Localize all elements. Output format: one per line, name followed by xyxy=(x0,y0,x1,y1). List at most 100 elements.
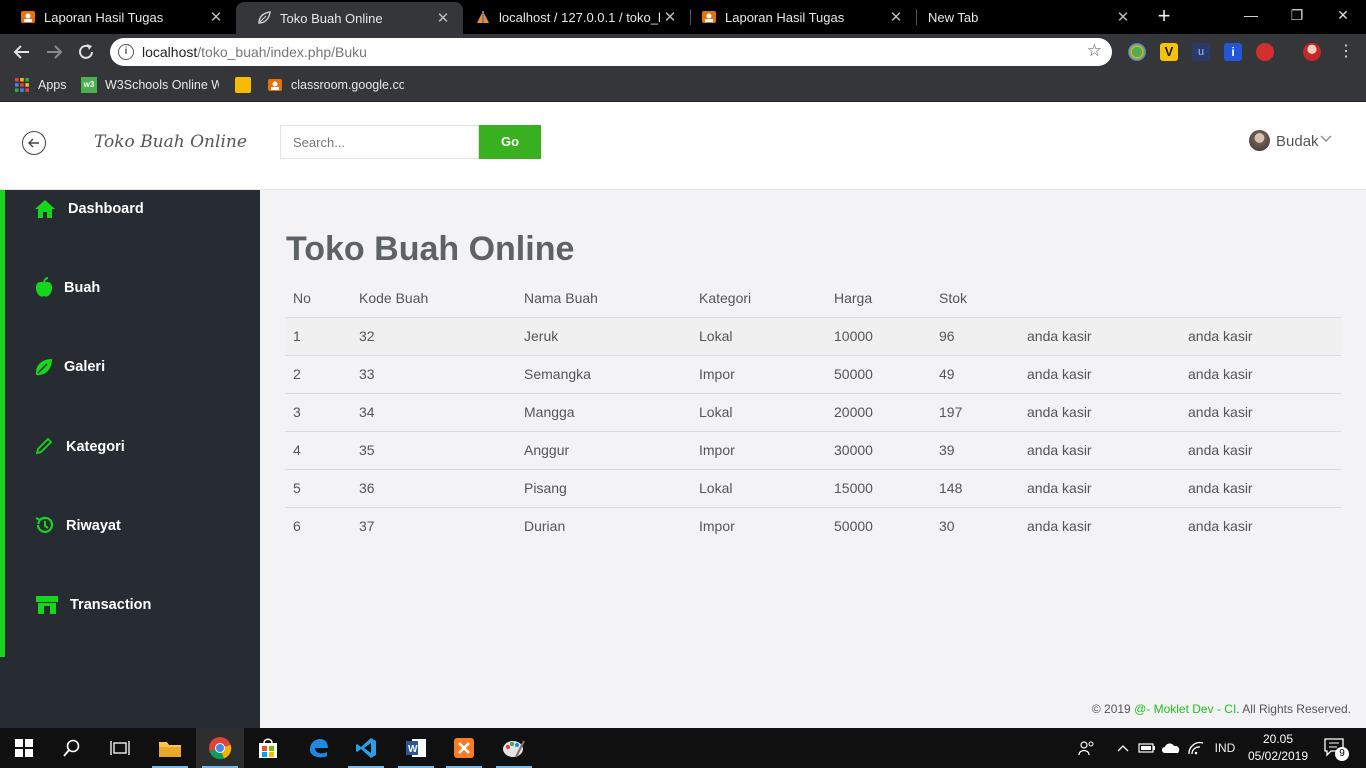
table-cell: 20000 xyxy=(826,393,931,432)
extension-globe-icon[interactable] xyxy=(1128,43,1146,61)
browser-tab[interactable]: New Tab ✕ xyxy=(917,0,1143,34)
info-icon[interactable]: i xyxy=(118,44,134,60)
sidebar-item-galeri[interactable]: Galeri xyxy=(5,348,260,388)
browser-tab[interactable]: Laporan Hasil Tugas ✕ xyxy=(0,0,236,34)
table-cell: 15000 xyxy=(826,469,931,508)
page-header: Toko Buah Online Go Budak xyxy=(0,102,1366,190)
minimize-button[interactable]: — xyxy=(1228,0,1274,30)
tab-title: localhost / 127.0.0.1 / toko_buah xyxy=(499,9,660,25)
footer-suffix: . All Rights Reserved. xyxy=(1236,702,1351,716)
fruit-table: No Kode Buah Nama Buah Kategori Harga St… xyxy=(285,279,1341,545)
table-cell: anda kasir xyxy=(1019,355,1180,394)
extension-i-icon[interactable]: i xyxy=(1224,43,1242,61)
table-cell: anda kasir xyxy=(1180,393,1341,432)
apple-icon xyxy=(34,277,56,299)
sidebar-item-buah[interactable]: Buah xyxy=(5,269,260,309)
orange-image-icon xyxy=(267,77,283,93)
paint-icon[interactable] xyxy=(490,728,538,768)
extension-v-icon[interactable]: V xyxy=(1160,43,1178,61)
address-bar[interactable]: i localhost/toko_buah/index.php/Buku ☆ xyxy=(110,38,1112,66)
vscode-icon[interactable] xyxy=(342,728,390,768)
back-arrow-icon[interactable] xyxy=(22,131,46,155)
url-host: localhost xyxy=(142,44,198,60)
windows-start-icon[interactable] xyxy=(0,728,48,768)
task-view-icon[interactable] xyxy=(96,728,144,768)
bookmark-classroom[interactable] xyxy=(235,77,259,93)
bookmark-w3schools[interactable]: w3 W3Schools Online Web Tutorials xyxy=(81,77,219,93)
table-cell: 35 xyxy=(351,431,516,470)
sidebar: Dashboard Buah Galeri Kategori Riwayat T… xyxy=(0,190,260,728)
onedrive-cloud-icon[interactable] xyxy=(1160,728,1182,768)
column-header: Harga xyxy=(826,279,931,318)
tab-close-icon[interactable]: ✕ xyxy=(433,9,453,27)
tab-close-icon[interactable]: ✕ xyxy=(1113,8,1133,26)
extension-stop-icon[interactable] xyxy=(1256,43,1274,61)
tab-title: New Tab xyxy=(928,9,979,25)
main-content: Toko Buah Online No Kode Buah Nama Buah … xyxy=(260,190,1366,728)
address-url: localhost/toko_buah/index.php/Buku xyxy=(142,44,367,60)
table-cell: 30 xyxy=(939,518,955,535)
table-cell: 10000 xyxy=(826,317,931,356)
search-icon[interactable] xyxy=(48,728,96,768)
table-cell: Lokal xyxy=(691,393,826,432)
restore-button[interactable]: ❐ xyxy=(1274,0,1320,30)
table-cell: 50000 xyxy=(826,355,931,394)
go-button[interactable]: Go xyxy=(479,125,541,159)
apps-grid-icon xyxy=(14,77,30,93)
people-icon[interactable] xyxy=(1075,728,1099,768)
avatar[interactable] xyxy=(1249,130,1270,151)
menu-kebab-icon[interactable]: ⋮ xyxy=(1334,40,1358,64)
battery-icon[interactable] xyxy=(1137,728,1157,768)
wifi-icon[interactable] xyxy=(1186,728,1206,768)
xampp-icon[interactable] xyxy=(440,728,488,768)
table-cell: 4 xyxy=(285,431,351,470)
chrome-icon[interactable] xyxy=(196,728,244,768)
back-arrow-icon[interactable] xyxy=(10,40,34,64)
table-cell: anda kasir xyxy=(1180,355,1341,394)
user-name[interactable]: Budak xyxy=(1276,133,1319,150)
sidebar-item-transaction[interactable]: Transaction xyxy=(5,585,260,625)
word-icon[interactable]: W xyxy=(392,728,440,768)
tab-close-icon[interactable]: ✕ xyxy=(660,8,680,26)
column-header: Nama Buah xyxy=(516,279,691,318)
tab-close-icon[interactable]: ✕ xyxy=(886,8,906,26)
chevron-down-icon[interactable] xyxy=(1320,134,1332,147)
classroom-icon xyxy=(235,77,251,93)
browser-toolbar: i localhost/toko_buah/index.php/Buku ☆ V… xyxy=(0,34,1366,70)
table-cell: 3 xyxy=(285,393,351,432)
search-input[interactable] xyxy=(280,125,479,159)
table-cell: Durian xyxy=(524,518,566,535)
file-explorer-icon[interactable] xyxy=(146,728,194,768)
footer-link[interactable]: @- Moklet Dev - CI xyxy=(1134,702,1236,716)
tab-close-icon[interactable]: ✕ xyxy=(206,8,226,26)
browser-tab[interactable]: Laporan Hasil Tugas ✕ xyxy=(691,0,916,34)
edge-icon[interactable] xyxy=(294,728,342,768)
brand-logo[interactable]: Toko Buah Online xyxy=(94,132,247,152)
table-cell: anda kasir xyxy=(1019,431,1180,470)
reload-icon[interactable] xyxy=(74,40,98,64)
profile-avatar-icon[interactable] xyxy=(1303,43,1321,61)
new-tab-button[interactable]: + xyxy=(1152,5,1176,29)
bookmark-apps[interactable]: Apps xyxy=(14,77,67,93)
extension-u-icon[interactable]: u xyxy=(1192,43,1210,61)
close-window-button[interactable]: ✕ xyxy=(1320,0,1366,30)
table-cell: anda kasir xyxy=(1188,518,1253,535)
sidebar-item-riwayat[interactable]: Riwayat xyxy=(5,506,260,546)
forward-arrow-icon[interactable] xyxy=(42,40,66,64)
clock[interactable]: 20.05 05/02/2019 xyxy=(1247,731,1309,765)
sidebar-item-kategori[interactable]: Kategori xyxy=(5,427,260,467)
store-bag-icon[interactable] xyxy=(244,728,292,768)
language-indicator[interactable]: IND xyxy=(1210,728,1240,768)
sidebar-item-label: Buah xyxy=(64,280,101,296)
bookmark-label: classroom.google.com xyxy=(291,78,404,92)
chevron-up-icon[interactable] xyxy=(1113,728,1133,768)
browser-tab-active[interactable]: Toko Buah Online ✕ xyxy=(236,2,463,34)
phpmyadmin-sail-icon xyxy=(475,9,491,25)
bookmark-star-icon[interactable]: ☆ xyxy=(1087,41,1102,61)
sidebar-item-dashboard[interactable]: Dashboard xyxy=(5,190,260,230)
table-cell: 34 xyxy=(351,393,516,432)
bookmark-classroom-google[interactable]: classroom.google.com xyxy=(267,77,404,93)
browser-tab[interactable]: localhost / 127.0.0.1 / toko_buah ✕ xyxy=(463,0,690,34)
browser-tab-strip: Laporan Hasil Tugas ✕ Toko Buah Online ✕… xyxy=(0,0,1366,34)
notification-center-icon[interactable]: 9 xyxy=(1320,728,1350,768)
